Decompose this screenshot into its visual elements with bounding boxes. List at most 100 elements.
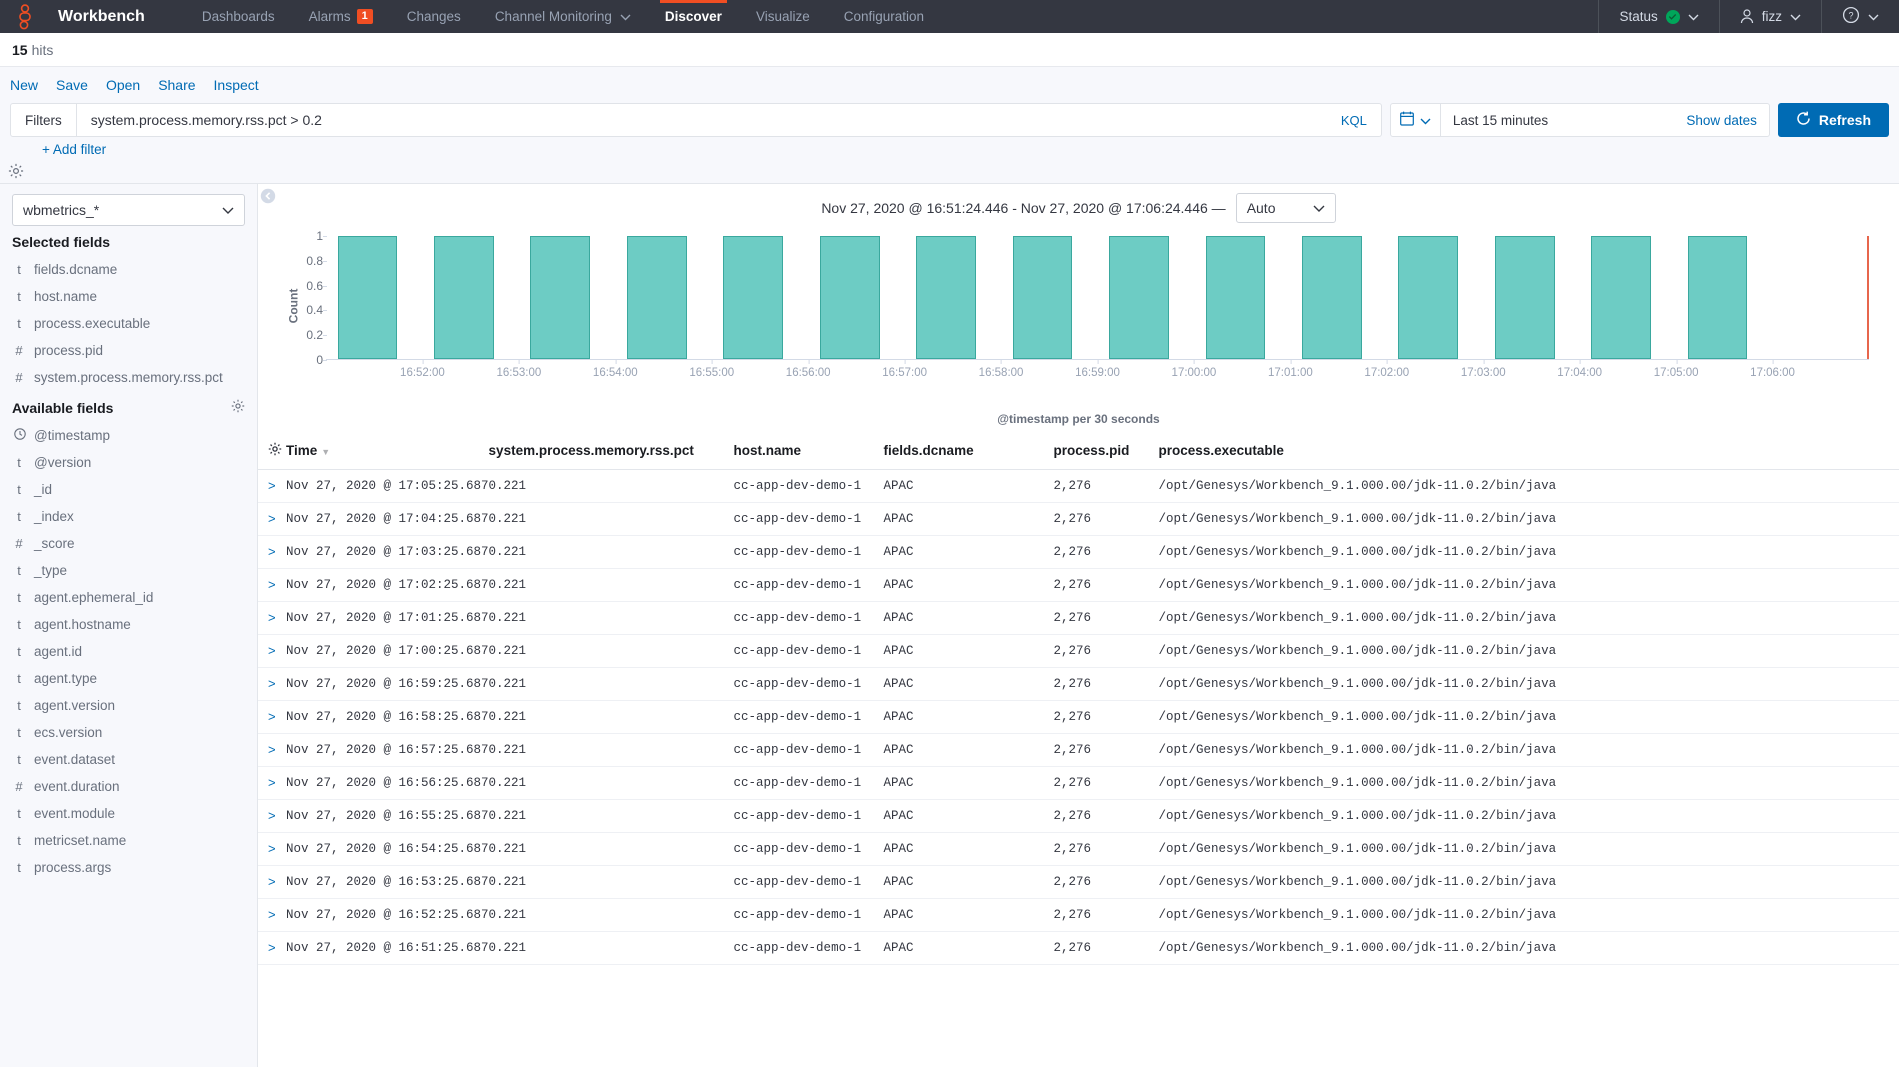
date-range-value[interactable]: Last 15 minutes	[1441, 104, 1686, 136]
chart-bar[interactable]	[1398, 236, 1458, 359]
help-menu[interactable]: ?	[1821, 0, 1899, 33]
chart-bar[interactable]	[1013, 236, 1073, 359]
field-item-score[interactable]: #_score	[12, 530, 245, 557]
column-header-dcname[interactable]: fields.dcname	[884, 434, 1054, 470]
chart-bar[interactable]	[1688, 236, 1748, 359]
field-item-agent-hostname[interactable]: tagent.hostname	[12, 611, 245, 638]
field-item-metricset-name[interactable]: tmetricset.name	[12, 827, 245, 854]
column-header-host-name[interactable]: host.name	[734, 434, 884, 470]
expand-row-cell[interactable]: >	[258, 866, 286, 899]
table-row[interactable]: >Nov 27, 2020 @ 16:59:25.6870.221cc-app-…	[258, 668, 1899, 701]
field-item-event-duration[interactable]: #event.duration	[12, 773, 245, 800]
table-row[interactable]: >Nov 27, 2020 @ 16:54:25.6870.221cc-app-…	[258, 833, 1899, 866]
field-item-process-executable[interactable]: tprocess.executable	[12, 310, 245, 337]
query-input[interactable]: system.process.memory.rss.pct > 0.2	[77, 112, 1341, 128]
chevron-right-icon[interactable]: >	[268, 643, 276, 658]
field-item-agent-type[interactable]: tagent.type	[12, 665, 245, 692]
chart-bar[interactable]	[1109, 236, 1169, 359]
chart-bar[interactable]	[1302, 236, 1362, 359]
chevron-right-icon[interactable]: >	[268, 709, 276, 724]
interval-select[interactable]: Auto	[1236, 193, 1336, 223]
field-item-process-pid[interactable]: #process.pid	[12, 337, 245, 364]
chevron-right-icon[interactable]: >	[268, 511, 276, 526]
calendar-quick-menu-button[interactable]	[1391, 104, 1441, 136]
filter-input-group[interactable]: Filters system.process.memory.rss.pct > …	[10, 103, 1382, 137]
nav-item-channel-monitoring[interactable]: Channel Monitoring	[478, 0, 648, 33]
nav-item-changes[interactable]: Changes	[390, 0, 478, 33]
field-item-timestamp[interactable]: @timestamp	[12, 422, 245, 449]
expand-row-cell[interactable]: >	[258, 767, 286, 800]
table-row[interactable]: >Nov 27, 2020 @ 17:04:25.6870.221cc-app-…	[258, 503, 1899, 536]
table-row[interactable]: >Nov 27, 2020 @ 17:00:25.6870.221cc-app-…	[258, 635, 1899, 668]
genesys-logo[interactable]	[0, 0, 58, 33]
chevron-right-icon[interactable]: >	[268, 478, 276, 493]
open-button[interactable]: Open	[106, 77, 140, 93]
field-item-ecs-version[interactable]: tecs.version	[12, 719, 245, 746]
chart-bar[interactable]	[1206, 236, 1266, 359]
table-row[interactable]: >Nov 27, 2020 @ 16:53:25.6870.221cc-app-…	[258, 866, 1899, 899]
field-item-process-args[interactable]: tprocess.args	[12, 854, 245, 881]
chart-plot-area[interactable]: 16:52:0016:53:0016:54:0016:55:0016:56:00…	[326, 236, 1869, 360]
field-item-type[interactable]: t_type	[12, 557, 245, 584]
table-row[interactable]: >Nov 27, 2020 @ 16:58:25.6870.221cc-app-…	[258, 701, 1899, 734]
column-header-rss-pct[interactable]: system.process.memory.rss.pct	[489, 434, 734, 470]
user-menu[interactable]: fizz	[1719, 0, 1821, 33]
field-item-agent-version[interactable]: tagent.version	[12, 692, 245, 719]
chevron-right-icon[interactable]: >	[268, 775, 276, 790]
nav-item-discover[interactable]: Discover	[648, 0, 739, 33]
table-row[interactable]: >Nov 27, 2020 @ 16:52:25.6870.221cc-app-…	[258, 899, 1899, 932]
chart-bar[interactable]	[627, 236, 687, 359]
table-row[interactable]: >Nov 27, 2020 @ 17:02:25.6870.221cc-app-…	[258, 569, 1899, 602]
status-menu[interactable]: Status	[1598, 0, 1718, 33]
chart-bar[interactable]	[820, 236, 880, 359]
column-header-process-pid[interactable]: process.pid	[1054, 434, 1159, 470]
collapse-sidebar-button[interactable]	[260, 188, 276, 204]
table-row[interactable]: >Nov 27, 2020 @ 16:55:25.6870.221cc-app-…	[258, 800, 1899, 833]
table-row[interactable]: >Nov 27, 2020 @ 16:56:25.6870.221cc-app-…	[258, 767, 1899, 800]
show-dates-button[interactable]: Show dates	[1686, 104, 1769, 136]
expand-row-cell[interactable]: >	[258, 503, 286, 536]
chart-bar[interactable]	[338, 236, 398, 359]
share-button[interactable]: Share	[158, 77, 195, 93]
chart-bar[interactable]	[723, 236, 783, 359]
chart-bar[interactable]	[1591, 236, 1651, 359]
table-columns-gear-icon[interactable]	[268, 444, 282, 459]
expand-row-cell[interactable]: >	[258, 701, 286, 734]
chevron-right-icon[interactable]: >	[268, 676, 276, 691]
chart-bar[interactable]	[916, 236, 976, 359]
expand-row-cell[interactable]: >	[258, 800, 286, 833]
expand-row-cell[interactable]: >	[258, 833, 286, 866]
chevron-right-icon[interactable]: >	[268, 808, 276, 823]
chevron-right-icon[interactable]: >	[268, 940, 276, 955]
chart-bar[interactable]	[1495, 236, 1555, 359]
refresh-button[interactable]: Refresh	[1778, 103, 1889, 137]
field-item-agent-id[interactable]: tagent.id	[12, 638, 245, 665]
expand-row-cell[interactable]: >	[258, 569, 286, 602]
field-item-agent-ephemeral-id[interactable]: tagent.ephemeral_id	[12, 584, 245, 611]
chevron-right-icon[interactable]: >	[268, 544, 276, 559]
table-row[interactable]: >Nov 27, 2020 @ 16:51:25.6870.221cc-app-…	[258, 932, 1899, 965]
column-header-process-executable[interactable]: process.executable	[1159, 434, 1899, 470]
nav-item-visualize[interactable]: Visualize	[739, 0, 827, 33]
field-item-event-module[interactable]: tevent.module	[12, 800, 245, 827]
field-item-fields-dcname[interactable]: tfields.dcname	[12, 256, 245, 283]
chevron-right-icon[interactable]: >	[268, 841, 276, 856]
field-item-system-process-memory-rss-pct[interactable]: #system.process.memory.rss.pct	[12, 364, 245, 391]
kql-toggle[interactable]: KQL	[1341, 113, 1381, 128]
column-header-time[interactable]: Time▼	[286, 434, 489, 470]
table-row[interactable]: >Nov 27, 2020 @ 17:05:25.6870.221cc-app-…	[258, 470, 1899, 503]
histogram-chart[interactable]: Count 00.20.40.60.81 16:52:0016:53:0016:…	[278, 226, 1869, 386]
chevron-right-icon[interactable]: >	[268, 874, 276, 889]
nav-item-dashboards[interactable]: Dashboards	[185, 0, 292, 33]
expand-row-cell[interactable]: >	[258, 668, 286, 701]
field-settings-gear-icon[interactable]	[231, 399, 245, 416]
chart-bar[interactable]	[434, 236, 494, 359]
field-item-event-dataset[interactable]: tevent.dataset	[12, 746, 245, 773]
new-button[interactable]: New	[10, 77, 38, 93]
expand-row-cell[interactable]: >	[258, 932, 286, 965]
nav-item-configuration[interactable]: Configuration	[827, 0, 941, 33]
save-button[interactable]: Save	[56, 77, 88, 93]
nav-item-alarms[interactable]: Alarms 1	[292, 0, 390, 33]
expand-row-cell[interactable]: >	[258, 536, 286, 569]
table-row[interactable]: >Nov 27, 2020 @ 16:57:25.6870.221cc-app-…	[258, 734, 1899, 767]
